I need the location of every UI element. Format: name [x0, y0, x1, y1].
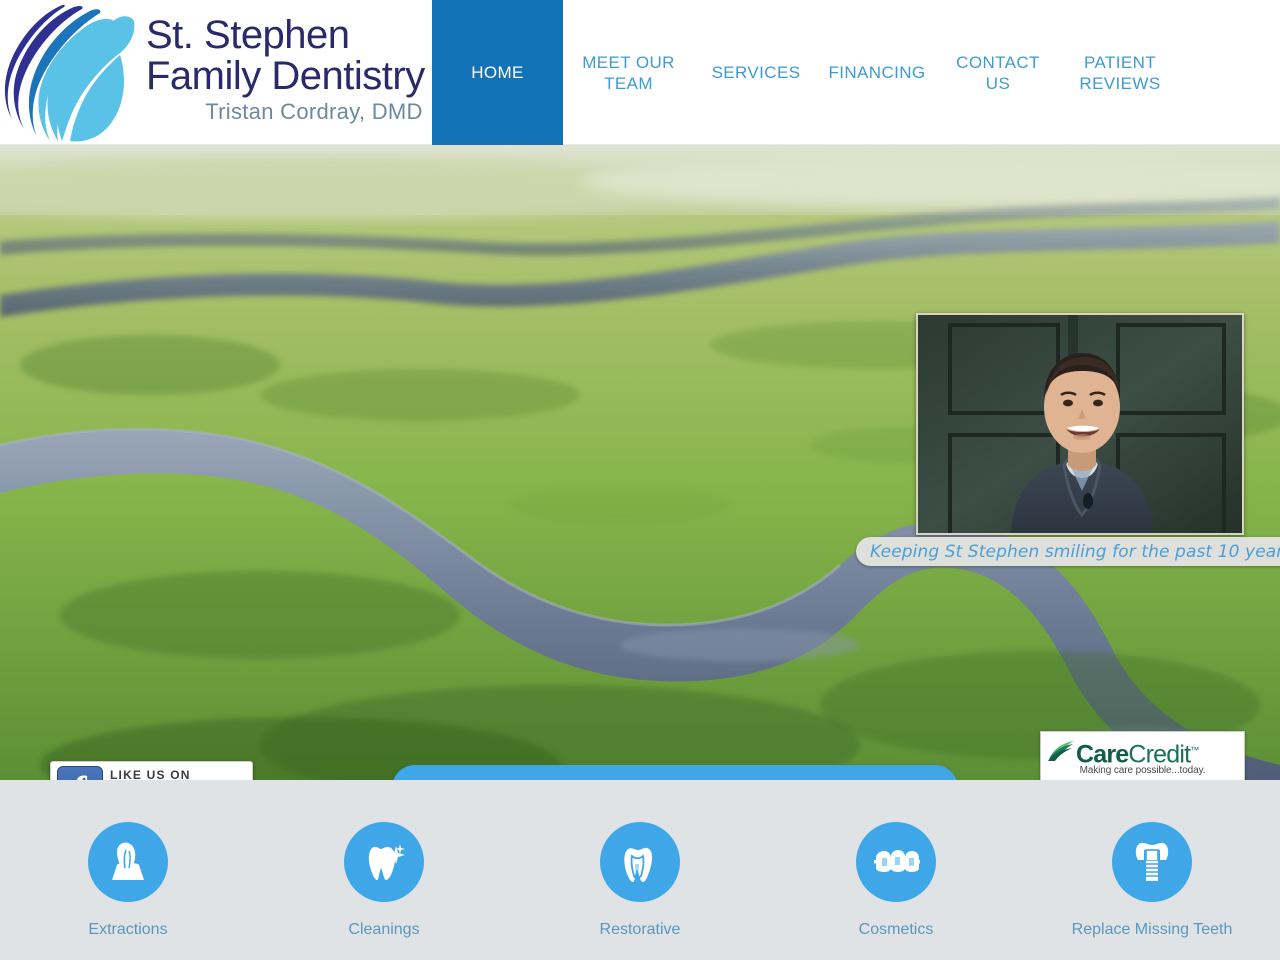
practice-name-line1: St. Stephen [146, 12, 350, 57]
hero-banner: Keeping St Stephen smiling for the past … [0, 145, 1280, 780]
brand-block[interactable]: St. Stephen Family Dentistry Tristan Cor… [0, 0, 432, 145]
nav-item-patient-reviews[interactable]: PATIENT REVIEWS [1060, 0, 1180, 145]
brand-text-block: St. Stephen Family Dentistry Tristan Cor… [144, 15, 425, 127]
services-row: Extractions Cleanings Restorative Cosmet… [0, 780, 1280, 940]
carecredit-logo: CareCredit™ [1048, 737, 1237, 767]
carecredit-widget[interactable]: CareCredit™ Making care possible...today… [1040, 731, 1245, 780]
nav-item-financing[interactable]: FINANCING [818, 0, 936, 145]
carecredit-wordmark: CareCredit™ [1076, 737, 1199, 767]
service-icon-circle [1112, 822, 1192, 902]
service-icon-circle [88, 822, 168, 902]
service-label: Restorative [599, 921, 681, 938]
main-navigation: HOME MEET OUR TEAM SERVICES FINANCING CO… [432, 0, 1280, 145]
practice-name-line2: Family Dentistry [146, 53, 425, 98]
service-label: Replace Missing Teeth [1071, 921, 1233, 938]
hero-tagline: Keeping St Stephen smiling for the past … [856, 537, 1280, 566]
tooth-swoosh-logo-icon [4, 4, 135, 141]
service-label: Cleanings [348, 921, 420, 938]
page-root: St. Stephen Family Dentistry Tristan Cor… [0, 0, 1280, 960]
service-label: Extractions [88, 921, 168, 938]
services-section: Extractions Cleanings Restorative Cosmet… [0, 780, 1280, 960]
nav-item-home[interactable]: HOME [432, 0, 563, 145]
service-item-cosmetics[interactable]: Cosmetics [768, 822, 1024, 940]
facebook-f-icon: f [57, 766, 103, 780]
service-item-cleanings[interactable]: Cleanings [256, 822, 512, 940]
doctor-name: Tristan Cordray, DMD [205, 98, 423, 124]
facebook-like-badge[interactable]: f LIKE US ON facebook. [50, 761, 253, 780]
carecredit-leaf-icon [1048, 741, 1074, 761]
service-icon-circle [600, 822, 680, 902]
service-label: Cosmetics [858, 921, 934, 938]
nav-item-meet-our-team[interactable]: MEET OUR TEAM [563, 0, 694, 145]
carecredit-credit-text: Credit [1128, 740, 1191, 769]
call-today-button[interactable]: CALL TODAY: 843 567 2900 [392, 765, 958, 780]
site-header: St. Stephen Family Dentistry Tristan Cor… [0, 0, 1280, 145]
service-item-extractions[interactable]: Extractions [0, 822, 256, 940]
carecredit-care-text: Care [1076, 740, 1129, 769]
doctor-photo [916, 313, 1244, 535]
hero-tagline-text: Keeping St Stephen smiling for the past … [870, 541, 1280, 562]
nav-item-services[interactable]: SERVICES [694, 0, 818, 145]
service-icon-circle [344, 822, 424, 902]
sparkling-tooth-icon [368, 844, 405, 880]
dental-implant-icon [1135, 842, 1169, 881]
tooth-cross-section-icon [624, 847, 653, 882]
doctor-portrait-image [918, 315, 1242, 533]
nav-item-contact-us[interactable]: CONTACT US [936, 0, 1060, 145]
service-item-replace-missing-teeth[interactable]: Replace Missing Teeth [1024, 822, 1280, 940]
tooth-extraction-icon [112, 842, 144, 880]
row-of-teeth-veneers-icon [874, 850, 920, 872]
service-icon-circle [856, 822, 936, 902]
carecredit-trademark-symbol: ™ [1190, 745, 1199, 755]
facebook-badge-text: LIKE US ON facebook. [103, 768, 233, 780]
service-item-restorative[interactable]: Restorative [512, 822, 768, 940]
